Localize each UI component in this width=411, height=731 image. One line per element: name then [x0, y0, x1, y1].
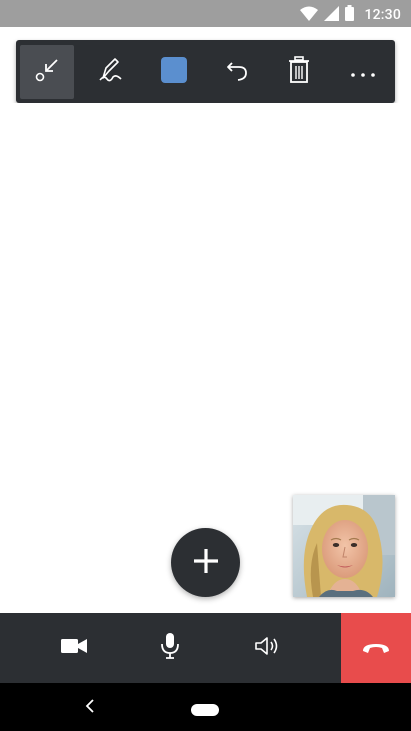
call-controls-bar: [0, 613, 411, 683]
trash-icon: [287, 56, 311, 88]
status-bar: 12:30: [0, 0, 411, 27]
microphone-icon: [160, 633, 180, 663]
home-pill-icon: [191, 701, 219, 720]
pen-icon: [95, 55, 125, 89]
phone-hangup-icon: [361, 639, 391, 658]
signal-icon: [324, 5, 340, 25]
microphone-button[interactable]: [136, 613, 204, 683]
plus-icon: [192, 547, 220, 579]
more-horizontal-icon: [350, 63, 376, 82]
camera-button[interactable]: [40, 613, 108, 683]
status-time: 12:30: [364, 7, 401, 23]
participant-avatar: [293, 495, 395, 597]
arrow-collapse-icon: [33, 56, 61, 88]
more-options-button[interactable]: [336, 45, 390, 99]
color-picker-button[interactable]: [147, 45, 201, 99]
wifi-icon: [300, 6, 319, 25]
delete-button[interactable]: [272, 45, 326, 99]
undo-button[interactable]: [210, 45, 264, 99]
battery-icon: [345, 5, 355, 25]
add-button[interactable]: [171, 528, 240, 597]
home-button[interactable]: [191, 701, 219, 720]
video-camera-icon: [61, 638, 87, 658]
speaker-button[interactable]: [234, 613, 302, 683]
color-swatch-icon: [161, 57, 187, 87]
self-view-video[interactable]: [293, 495, 395, 597]
speaker-icon: [255, 635, 281, 661]
collapse-toolbar-button[interactable]: [20, 45, 74, 99]
whiteboard-toolbar: [16, 40, 395, 103]
back-icon: [85, 698, 95, 717]
undo-icon: [224, 57, 250, 87]
pen-button[interactable]: [83, 45, 137, 99]
back-button[interactable]: [78, 695, 102, 719]
end-call-button[interactable]: [341, 613, 411, 683]
